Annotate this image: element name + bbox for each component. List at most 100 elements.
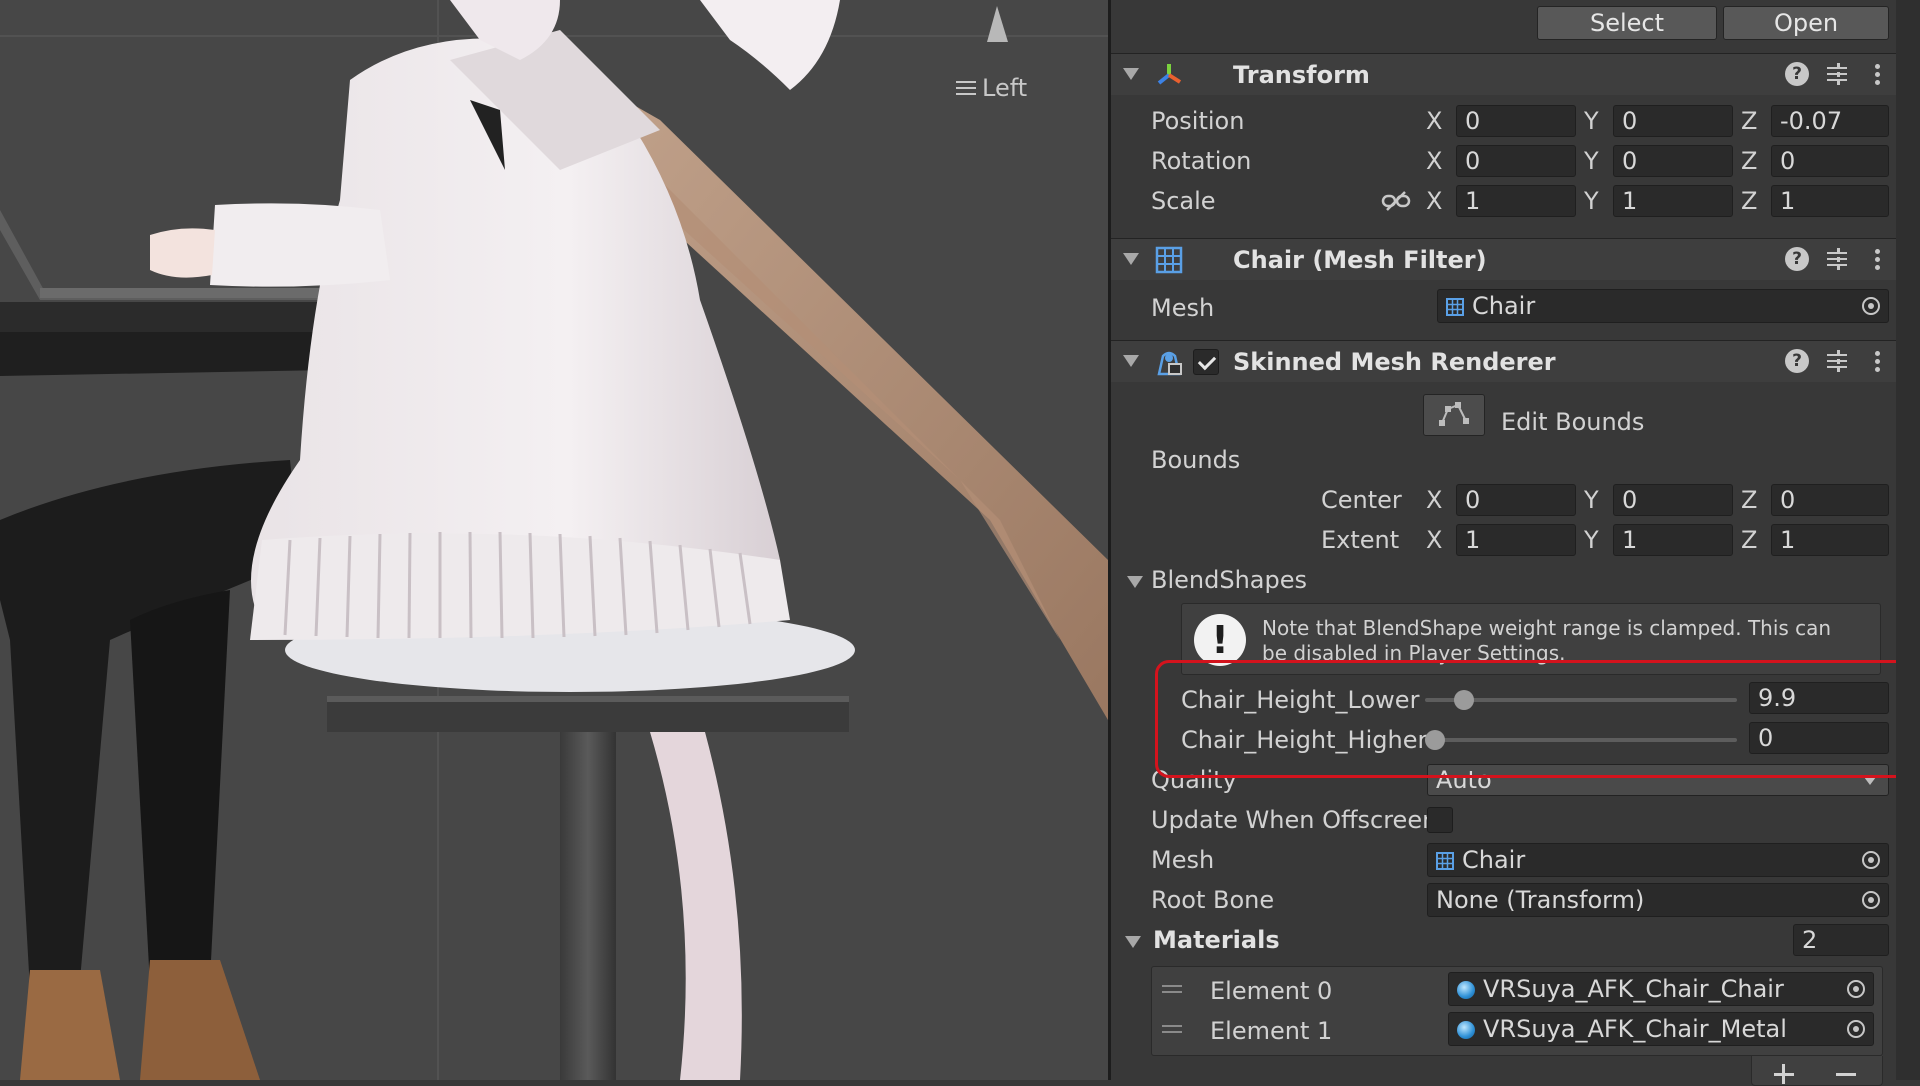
edit-bounds-label: Edit Bounds: [1501, 408, 1645, 436]
blendshape-name: Chair_Height_Lower: [1181, 686, 1420, 714]
warning-icon: [1194, 614, 1246, 666]
bounds-label: Bounds: [1151, 446, 1241, 474]
drag-handle-icon[interactable]: [1162, 1025, 1182, 1033]
materials-size-field[interactable]: 2: [1793, 924, 1889, 956]
scale-z-field[interactable]: 1: [1771, 185, 1889, 217]
position-y-field[interactable]: 0: [1613, 105, 1733, 137]
material-element-label: Element 0: [1210, 977, 1333, 1005]
position-label: Position: [1151, 107, 1245, 135]
axis-z-label: Z: [1741, 486, 1758, 514]
axis-y-label: Y: [1584, 526, 1599, 554]
open-button[interactable]: Open: [1723, 6, 1889, 40]
object-picker-icon[interactable]: [1862, 891, 1880, 909]
transform-icon: [1157, 64, 1182, 85]
update-when-offscreen-checkbox[interactable]: [1427, 807, 1453, 833]
more-options-icon[interactable]: [1865, 247, 1889, 271]
axis-x-label: X: [1426, 147, 1443, 175]
position-z-field[interactable]: -0.07: [1771, 105, 1889, 137]
bounds-extent-y-field[interactable]: 1: [1613, 524, 1733, 556]
material-element-label: Element 1: [1210, 1017, 1333, 1045]
presets-icon[interactable]: [1825, 349, 1849, 373]
bounds-center-y-field[interactable]: 0: [1613, 484, 1733, 516]
axis-x-label: X: [1426, 187, 1443, 215]
edit-bounds-icon: [1439, 402, 1469, 426]
materials-foldout-icon[interactable]: [1125, 936, 1141, 948]
select-button[interactable]: Select: [1537, 6, 1717, 40]
transform-header[interactable]: Transform: [1111, 53, 1899, 95]
help-icon[interactable]: [1785, 349, 1809, 373]
rotation-x-field[interactable]: 0: [1456, 145, 1576, 177]
bounds-extent-x-field[interactable]: 1: [1456, 524, 1576, 556]
object-picker-icon[interactable]: [1847, 1020, 1865, 1038]
material-element-field[interactable]: VRSuya_AFK_Chair_Metal: [1448, 1012, 1874, 1046]
position-x-field[interactable]: 0: [1456, 105, 1576, 137]
constrain-proportions-icon[interactable]: [1381, 190, 1411, 212]
materials-label[interactable]: Materials: [1153, 926, 1280, 954]
bounds-extent-z-field[interactable]: 1: [1771, 524, 1889, 556]
blendshape-slider-handle[interactable]: [1453, 690, 1474, 710]
quality-dropdown[interactable]: Auto: [1427, 764, 1889, 796]
rotation-z-field[interactable]: 0: [1771, 145, 1889, 177]
scale-x-field[interactable]: 1: [1456, 185, 1576, 217]
blendshape-slider-handle[interactable]: [1425, 730, 1445, 750]
blendshape-clamp-note: Note that BlendShape weight range is cla…: [1181, 603, 1881, 675]
remove-element-icon[interactable]: [1836, 1064, 1856, 1084]
object-picker-icon[interactable]: [1847, 980, 1865, 998]
component-title: Skinned Mesh Renderer: [1233, 348, 1556, 376]
blendshapes-foldout-icon[interactable]: [1127, 576, 1143, 588]
scene-view-orientation-label[interactable]: Left: [956, 74, 1027, 102]
more-options-icon[interactable]: [1865, 62, 1889, 86]
skinned-mesh-renderer-icon: [1157, 351, 1182, 376]
material-element-field[interactable]: VRSuya_AFK_Chair_Chair: [1448, 972, 1874, 1006]
mesh-filter-mesh-field[interactable]: Chair: [1437, 289, 1889, 323]
skinned-mesh-renderer-header[interactable]: Skinned Mesh Renderer: [1111, 340, 1899, 382]
rotation-y-field[interactable]: 0: [1613, 145, 1733, 177]
presets-icon[interactable]: [1825, 62, 1849, 86]
blendshape-slider-track[interactable]: [1425, 738, 1737, 742]
quality-label: Quality: [1151, 766, 1237, 794]
mesh-filter-header[interactable]: Chair (Mesh Filter): [1111, 238, 1899, 280]
materials-list-footer: [1751, 1056, 1883, 1086]
root-bone-label: Root Bone: [1151, 886, 1275, 914]
add-element-icon[interactable]: [1774, 1064, 1794, 1084]
blendshape-value-field[interactable]: 0: [1749, 722, 1889, 754]
component-enabled-checkbox[interactable]: [1193, 349, 1219, 375]
presets-icon[interactable]: [1825, 247, 1849, 271]
inspector-panel: Select Open Transform Position X 0 Y 0 Z…: [1108, 0, 1920, 1086]
blendshapes-label[interactable]: BlendShapes: [1151, 566, 1307, 594]
axis-y-label: Y: [1584, 107, 1599, 135]
foldout-arrow-icon[interactable]: [1123, 68, 1139, 80]
rotation-label: Rotation: [1151, 147, 1252, 175]
menu-icon: [956, 81, 976, 95]
axis-z-label: Z: [1741, 187, 1758, 215]
highlight-annotation: [1155, 660, 1911, 778]
help-icon[interactable]: [1785, 247, 1809, 271]
axis-x-label: X: [1426, 486, 1443, 514]
scene-view[interactable]: Left: [0, 0, 1108, 1080]
more-options-icon[interactable]: [1865, 349, 1889, 373]
mesh-field[interactable]: Chair: [1427, 843, 1889, 877]
material-icon: [1457, 1021, 1475, 1039]
blendshape-value-field[interactable]: 9.9: [1749, 682, 1889, 714]
material-icon: [1457, 981, 1475, 999]
axis-x-label: X: [1426, 107, 1443, 135]
inspector-scrollbar[interactable]: [1896, 0, 1920, 1080]
drag-handle-icon[interactable]: [1162, 985, 1182, 993]
object-picker-icon[interactable]: [1862, 851, 1880, 869]
component-title: Transform: [1233, 61, 1370, 89]
orientation-gizmo[interactable]: [987, 6, 1008, 42]
foldout-arrow-icon[interactable]: [1123, 253, 1139, 265]
chevron-down-icon: [1864, 777, 1876, 785]
bounds-center-z-field[interactable]: 0: [1771, 484, 1889, 516]
blendshape-name: Chair_Height_Higher: [1181, 726, 1428, 754]
object-picker-icon[interactable]: [1862, 297, 1880, 315]
root-bone-field[interactable]: None (Transform): [1427, 883, 1889, 917]
scale-y-field[interactable]: 1: [1613, 185, 1733, 217]
component-title: Chair (Mesh Filter): [1233, 246, 1487, 274]
help-icon[interactable]: [1785, 62, 1809, 86]
bounds-center-x-field[interactable]: 0: [1456, 484, 1576, 516]
edit-bounds-button[interactable]: [1423, 394, 1485, 436]
axis-x-label: X: [1426, 526, 1443, 554]
foldout-arrow-icon[interactable]: [1123, 355, 1139, 367]
mesh-filter-icon: [1155, 246, 1183, 274]
